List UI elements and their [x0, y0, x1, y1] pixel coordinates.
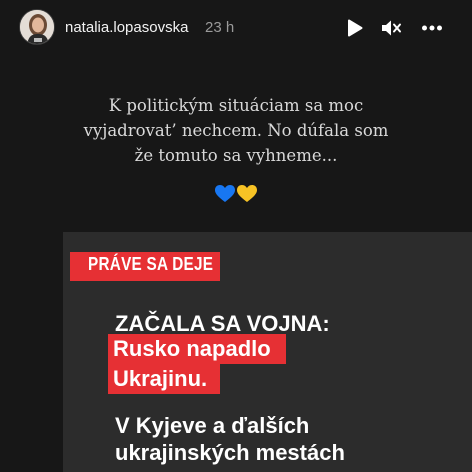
news-highlight-line-1: Rusko napadlo	[113, 336, 271, 361]
story-caption: K politickým situáciam sa moc vyjadrovat…	[0, 93, 472, 168]
story-timestamp: 23 h	[205, 19, 235, 36]
mute-button[interactable]	[378, 15, 404, 41]
more-options-button[interactable]	[419, 15, 445, 41]
avatar[interactable]	[19, 9, 55, 45]
play-button[interactable]	[342, 15, 368, 41]
story-username[interactable]: natalia.lopasovska	[65, 19, 188, 36]
news-body-line-1: V Kyjeve a ďalších	[115, 413, 310, 438]
caption-line: K politickým situáciam sa moc	[108, 96, 364, 115]
avatar-image	[20, 10, 54, 44]
caption-line: že tomuto sa vyhneme...	[134, 146, 338, 165]
banner-label: PRÁVE SA DEJE	[88, 254, 214, 274]
heart-emojis: 💙💛	[0, 184, 472, 209]
news-highlight-line-2: Ukrajinu.	[113, 366, 208, 391]
story-header: natalia.lopasovska 23 h	[0, 0, 472, 56]
caption-line: vyjadrovat’ nechcem. No dúfala som	[83, 121, 389, 140]
news-body-line-2: ukrajinských mestách	[115, 440, 345, 465]
mute-icon	[382, 20, 401, 36]
play-icon	[348, 19, 363, 37]
blue-yellow-hearts-icon	[215, 185, 257, 202]
more-icon	[422, 25, 442, 31]
story-viewer: natalia.lopasovska 23 h K politickým sit…	[0, 0, 472, 472]
